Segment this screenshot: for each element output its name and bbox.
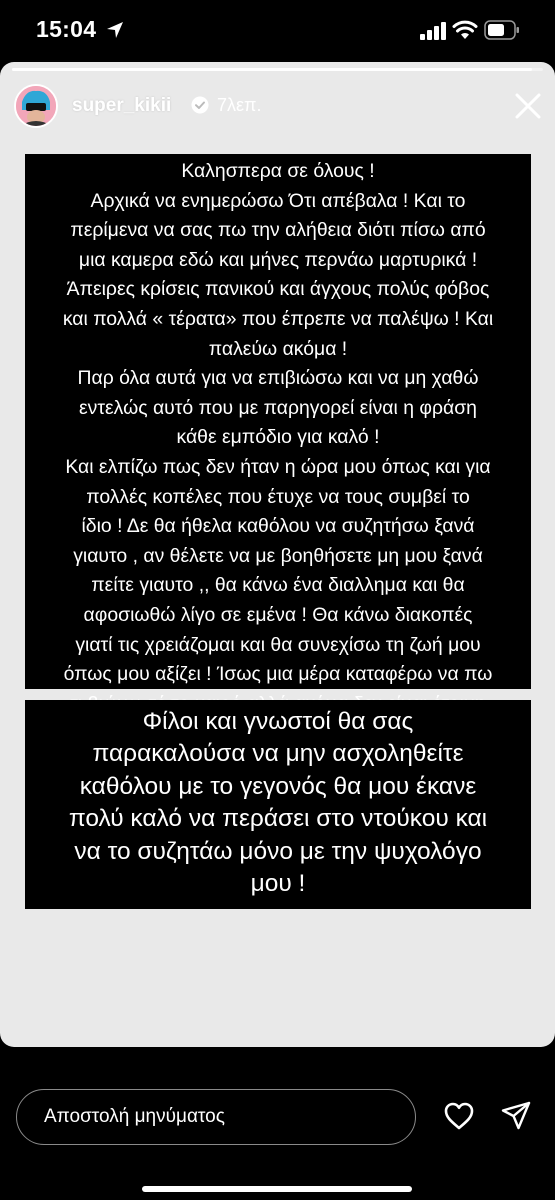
status-time: 15:04: [36, 16, 97, 42]
message-placeholder: Αποστολή μηνύματος: [44, 1106, 225, 1127]
verified-badge-icon: [191, 96, 209, 114]
story-card[interactable]: super_kikii 7λεπ. Καλησπερα σε όλους ! Αρ…: [0, 62, 555, 1047]
story-text-line: πολύ καλό να περάσει στο ντούκου και: [68, 805, 488, 833]
story-text-line: να το συζητάω μόνο με την ψυχολόγο: [74, 837, 482, 865]
home-indicator: [142, 1186, 412, 1192]
story-text-line: γιατί τις χρειάζομαι και θα συνεχίσω τη …: [75, 633, 481, 656]
story-text-line: Και ελπίζω πως δεν ήταν η ώρα μου όπως κ…: [65, 455, 491, 478]
story-text-line: μου !: [250, 870, 306, 898]
send-icon[interactable]: [500, 1100, 532, 1132]
story-text-line: Άπειρες κρίσεις πανικού και άγχους πολύς…: [66, 278, 490, 301]
story-text-block-1: Καλησπερα σε όλους ! Αρχικά να ενημερώσω …: [25, 154, 531, 715]
story-text-line: καθόλου με το γεγονός θα μου έκανε: [79, 772, 477, 800]
username[interactable]: super_kikii: [72, 95, 171, 117]
story-text-line: πείτε γιαυτο ,, θα κάνω ένα διαλλημα και…: [91, 574, 465, 597]
wifi-icon: [452, 20, 478, 39]
heart-icon[interactable]: [443, 1101, 475, 1131]
story-text-line: περίμενα να σας πω την αλήθεια διότι πίσ…: [70, 219, 486, 242]
story-text-line: κάθε εμπόδιο για καλό !: [176, 426, 380, 449]
story-progress-fill: [12, 68, 533, 71]
story-text-line: όπως μου αξίζει ! Ίσως μια μέρα καταφέρω…: [63, 663, 493, 686]
story-header: super_kikii 7λεπ.: [0, 80, 555, 132]
story-text-line: Φίλοι και γνωστοί θα σας: [142, 708, 414, 735]
story-text-line: πολλές κοπέλες που έτυχε να τους συμβεί …: [86, 485, 470, 508]
story-text-line: εντελώς αυτό που με παρηγορεί είναι η φρ…: [79, 396, 477, 419]
story-text-line: και πολλά « τέρατα» που έπρεπε να παλέψω…: [62, 307, 494, 330]
close-icon[interactable]: [512, 90, 544, 122]
story-text-line: γιαυτο , αν θέλετε να με βοηθήσετε μη μο…: [73, 544, 483, 567]
story-text-line: Παρ όλα αυτά για να επιβιώσω και να μη χ…: [77, 367, 479, 390]
status-bar: 15:04: [0, 0, 555, 62]
story-text-block-2: Φίλοι και γνωστοί θα σας παρακαλούσα να μ…: [25, 700, 531, 909]
story-text-line: αφοσιωθώ λίγο σε εμένα ! Θα κάνω διακοπέ…: [83, 603, 473, 626]
battery-icon: [484, 20, 519, 40]
story-text-line: μια καμερα εδώ και μήνες περνάω μαρτυρικ…: [78, 248, 478, 271]
story-text-line: Αρχικά να ενημερώσω Ότι απέβαλα ! Και το: [90, 189, 466, 212]
avatar[interactable]: [14, 84, 58, 128]
story-text-line: παρακαλούσα να μην ασχοληθείτε: [92, 740, 464, 768]
story-progress-bar: [12, 68, 543, 71]
cellular-signal-icon: [420, 22, 446, 40]
story-text-line: παλεύω ακόμα !: [208, 337, 348, 360]
send-message-input[interactable]: Αποστολή μηνύματος: [16, 1089, 416, 1145]
story-text-line: ίδιο ! Δε θα ήθελα καθόλου να συζητήσω ξ…: [81, 515, 475, 538]
location-arrow-icon: [107, 22, 123, 38]
story-text-line: Καλησπερα σε όλους !: [181, 160, 375, 182]
story-time-ago: 7λεπ.: [217, 95, 262, 115]
